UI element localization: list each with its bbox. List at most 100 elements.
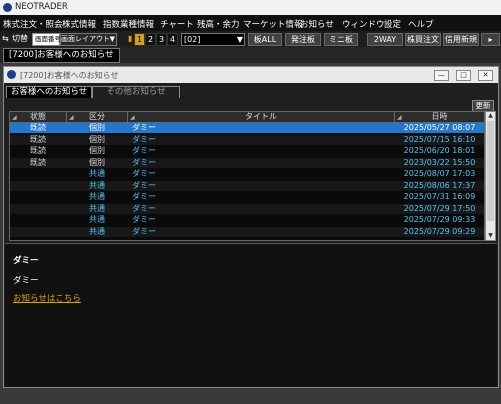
scroll-thumb[interactable] xyxy=(487,121,494,221)
table-row[interactable]: 既読 個別 ダミー 2023/03/22 15:50 xyxy=(10,157,484,168)
window-logo-icon xyxy=(7,70,16,79)
margin-new-button[interactable]: 信用新規 xyxy=(443,33,479,46)
cell-title: ダミー xyxy=(132,134,156,144)
table-row[interactable]: 共通 ダミー 2025/07/29 17:50 xyxy=(10,203,484,214)
cell-category: 共通 xyxy=(89,169,105,178)
table-row[interactable]: 既読 個別 ダミー 2025/07/15 16:10 xyxy=(10,134,484,145)
sort-icon: ◢ xyxy=(69,114,74,121)
table-row[interactable]: 既読 個別 ダミー 2025/06/20 18:01 xyxy=(10,146,484,156)
notice-detail: ダミー ダミー お知らせはこちら xyxy=(5,243,497,387)
cell-category: 個別 xyxy=(89,146,105,155)
detail-title: ダミー xyxy=(13,256,39,266)
notice-window: [7200]お客様へのお知らせ — □ ✕ お客様へのお知らせ その他お知らせ … xyxy=(3,66,499,388)
close-icon[interactable]: ✕ xyxy=(478,70,493,81)
two-way-button[interactable]: 2WAY xyxy=(367,33,403,46)
tab-customer-notices[interactable]: お客様へのお知らせ xyxy=(6,86,92,98)
code-select[interactable]: [02] ▼ xyxy=(181,33,245,46)
scroll-up-icon[interactable]: ▲ xyxy=(486,112,495,120)
menu-market-info[interactable]: マーケット情報 xyxy=(243,18,303,30)
window-title: [7200]お客様へのお知らせ xyxy=(20,71,119,80)
menu-chart[interactable]: チャート xyxy=(160,18,194,30)
layout-select[interactable]: 画面レイアウト ▼ xyxy=(60,33,117,46)
table-row[interactable]: 共通 ダミー 2025/08/07 17:03 xyxy=(10,169,484,179)
cell-category: 個別 xyxy=(89,123,105,132)
flag-icon[interactable]: ▮ xyxy=(128,33,132,44)
cell-datetime: 2025/07/29 09:29 xyxy=(403,226,476,236)
header-category[interactable]: ◢ 区分 xyxy=(67,112,128,122)
app-title: NEOTRADER xyxy=(15,2,68,12)
board-all-button[interactable]: 板ALL xyxy=(248,33,282,46)
header-status[interactable]: ◢ 状態 xyxy=(10,112,67,122)
cell-status xyxy=(10,227,66,237)
detail-body: ダミー xyxy=(13,276,39,286)
more-button[interactable]: ▸ xyxy=(481,33,500,46)
cell-title: ダミー xyxy=(132,215,156,224)
chevron-down-icon: ▼ xyxy=(109,35,115,43)
header-category-label: 区分 xyxy=(89,112,105,121)
switch-icon[interactable]: ⇆ xyxy=(2,33,9,44)
mini-board-button[interactable]: ミニ板 xyxy=(324,33,358,46)
table-row[interactable]: 共通 ダミー 2025/07/29 09:29 xyxy=(10,226,484,237)
cell-category: 個別 xyxy=(89,134,105,144)
stock-buy-order-button[interactable]: 株買注文 xyxy=(405,33,441,46)
cell-category: 共通 xyxy=(89,215,105,224)
menu-balance[interactable]: 残高・余力 xyxy=(197,18,240,30)
cell-title: ダミー xyxy=(132,146,156,155)
menu-help[interactable]: ヘルプ xyxy=(408,18,434,30)
page-tab-7200[interactable]: [7200]お客様へのお知らせ xyxy=(3,48,120,63)
code-select-label: [02] xyxy=(184,35,201,44)
tab-other-notices[interactable]: その他お知らせ xyxy=(92,86,180,98)
header-title-label: タイトル xyxy=(245,112,277,121)
screen-number-input[interactable]: 画面番号 xyxy=(32,33,61,46)
menu-notices[interactable]: お知らせ xyxy=(300,18,334,30)
table-scrollbar[interactable]: ▲ ▼ xyxy=(485,111,496,241)
menu-index-info[interactable]: 指数業種情報 xyxy=(103,18,154,30)
cell-title: ダミー xyxy=(132,192,156,201)
app-logo-icon xyxy=(3,3,12,12)
toolbar: ⇆ 切替 画面番号 画面レイアウト ▼ ▮ 1 2 3 4 [02] ▼ 板ALL … xyxy=(0,31,501,47)
cell-status: 既読 xyxy=(30,123,46,132)
notice-table: ◢ 状態 ◢ 区分 ◢ タイトル ◢ 日時 既読 個別 ダミー 2025/05/27 08:0… xyxy=(9,111,485,241)
layout-select-label: 画面レイアウト xyxy=(61,35,110,43)
detail-link[interactable]: お知らせはこちら xyxy=(13,292,81,304)
menu-settings[interactable]: 設定 xyxy=(384,18,401,30)
cell-datetime: 2025/08/06 17:37 xyxy=(403,180,476,190)
table-row[interactable]: 共通 ダミー 2025/08/06 17:37 xyxy=(10,180,484,191)
layout-2-button[interactable]: 2 xyxy=(145,33,156,46)
layout-3-button[interactable]: 3 xyxy=(156,33,167,46)
layout-4-button[interactable]: 4 xyxy=(167,33,178,46)
minimize-icon[interactable]: — xyxy=(434,70,449,81)
table-row[interactable]: 共通 ダミー 2025/07/29 09:33 xyxy=(10,215,484,225)
scroll-down-icon[interactable]: ▼ xyxy=(486,232,495,240)
cell-status: 既読 xyxy=(30,157,46,167)
cell-status xyxy=(10,215,66,225)
order-board-button[interactable]: 発注板 xyxy=(285,33,321,46)
cell-title: ダミー xyxy=(132,157,156,167)
header-datetime[interactable]: ◢ 日時 xyxy=(395,112,484,122)
cell-status xyxy=(10,169,66,179)
menu-order[interactable]: 株式注文・照会 xyxy=(3,18,63,30)
cell-category: 共通 xyxy=(89,180,105,190)
table-row[interactable]: 共通 ダミー 2025/07/31 16:09 xyxy=(10,192,484,202)
menu-stock-info[interactable]: 株式情報 xyxy=(62,18,96,30)
table-row[interactable]: 既読 個別 ダミー 2025/05/27 08:07 xyxy=(10,123,484,133)
sort-icon: ◢ xyxy=(12,114,17,121)
cell-category: 共通 xyxy=(89,226,105,236)
page-tab-row: [7200]お客様へのお知らせ xyxy=(0,47,501,63)
menu-window[interactable]: ウィンドウ xyxy=(342,18,385,30)
cell-category: 共通 xyxy=(89,203,105,213)
cell-category: 共通 xyxy=(89,192,105,201)
cell-status xyxy=(10,181,66,191)
maximize-icon[interactable]: □ xyxy=(456,70,471,81)
header-title[interactable]: ◢ タイトル xyxy=(128,112,395,122)
cell-datetime: 2025/07/31 16:09 xyxy=(403,192,476,201)
cell-datetime: 2025/05/27 08:07 xyxy=(403,123,476,132)
layout-1-button[interactable]: 1 xyxy=(134,33,145,46)
window-tabs: お客様へのお知らせ その他お知らせ xyxy=(4,84,498,98)
header-status-label: 状態 xyxy=(30,112,46,121)
cell-datetime: 2025/06/20 18:01 xyxy=(403,146,476,155)
cell-datetime: 2025/08/07 17:03 xyxy=(403,169,476,178)
switch-label[interactable]: 切替 xyxy=(12,33,28,44)
header-datetime-label: 日時 xyxy=(431,112,448,121)
window-titlebar[interactable]: [7200]お客様へのお知らせ — □ ✕ xyxy=(4,67,498,83)
